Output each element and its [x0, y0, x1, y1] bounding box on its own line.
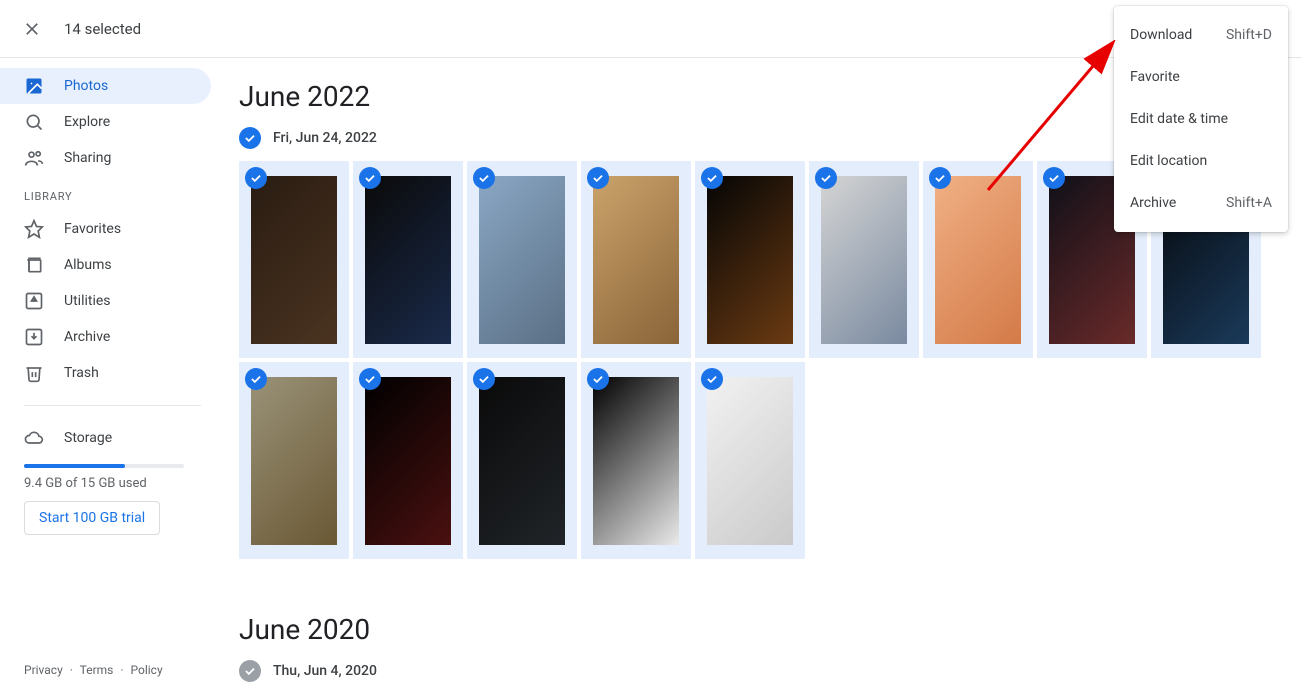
photo-image [707, 176, 793, 344]
selection-check-icon[interactable] [701, 368, 723, 390]
sidebar-item-trash[interactable]: Trash [0, 355, 211, 391]
date-select-toggle[interactable] [239, 127, 261, 149]
privacy-link[interactable]: Privacy [24, 663, 63, 677]
sidebar-item-favorites[interactable]: Favorites [0, 211, 211, 247]
date-label: Thu, Jun 4, 2020 [273, 663, 377, 679]
selection-check-icon[interactable] [929, 167, 951, 189]
menu-item-archive[interactable]: Archive Shift+A [1114, 182, 1288, 224]
storage-bar-fill [24, 464, 125, 468]
sidebar: Photos Explore Sharing LIBRARY Favorites Al… [0, 58, 225, 689]
selection-check-icon[interactable] [701, 167, 723, 189]
menu-item-label: Download [1130, 27, 1192, 43]
selection-check-icon[interactable] [815, 167, 837, 189]
photo-thumbnail[interactable] [467, 161, 577, 358]
storage-usage-text: 9.4 GB of 15 GB used [0, 476, 225, 501]
star-icon [24, 219, 44, 239]
policy-link[interactable]: Policy [130, 663, 162, 677]
menu-item-edit-date-time[interactable]: Edit date & time [1114, 98, 1288, 140]
photo-image [935, 176, 1021, 344]
date-label: Fri, Jun 24, 2022 [273, 130, 377, 146]
library-header: LIBRARY [0, 176, 225, 211]
terms-link[interactable]: Terms [80, 663, 114, 677]
archive-icon [24, 327, 44, 347]
photo-thumbnail[interactable] [467, 362, 577, 559]
menu-item-label: Favorite [1130, 69, 1180, 85]
selection-check-icon[interactable] [473, 368, 495, 390]
menu-item-label: Edit date & time [1130, 111, 1228, 127]
divider [24, 405, 201, 406]
sidebar-item-photos[interactable]: Photos [0, 68, 211, 104]
photo-image [593, 377, 679, 545]
footer-links: Privacy · Terms · Policy [24, 663, 163, 677]
selection-check-icon[interactable] [359, 368, 381, 390]
selection-check-icon[interactable] [587, 368, 609, 390]
selection-count: 14 selected [64, 20, 141, 38]
photo-thumbnail[interactable] [695, 161, 805, 358]
trash-icon [24, 363, 44, 383]
photo-thumbnail[interactable] [581, 161, 691, 358]
menu-item-download[interactable]: Download Shift+D [1114, 14, 1288, 56]
date-select-toggle[interactable] [239, 660, 261, 682]
search-icon [24, 112, 44, 132]
menu-item-edit-location[interactable]: Edit location [1114, 140, 1288, 182]
sidebar-item-archive[interactable]: Archive [0, 319, 211, 355]
photo-thumbnail[interactable] [695, 362, 805, 559]
photo-thumbnail[interactable] [581, 362, 691, 559]
selection-check-icon[interactable] [245, 368, 267, 390]
selection-check-icon[interactable] [1043, 167, 1065, 189]
storage-bar [24, 464, 184, 468]
photo-image [821, 176, 907, 344]
sidebar-item-albums[interactable]: Albums [0, 247, 211, 283]
image-icon [24, 76, 44, 96]
photo-thumbnail[interactable] [239, 161, 349, 358]
photo-image [479, 377, 565, 545]
menu-item-shortcut: Shift+A [1226, 195, 1272, 211]
sidebar-item-label: Photos [64, 78, 108, 94]
close-icon[interactable] [20, 17, 44, 41]
photo-image [365, 176, 451, 344]
photo-image [365, 377, 451, 545]
sidebar-item-sharing[interactable]: Sharing [0, 140, 211, 176]
menu-item-label: Archive [1130, 195, 1176, 211]
sidebar-item-storage[interactable]: Storage [0, 420, 211, 456]
photo-image [251, 176, 337, 344]
section-title: June 2020 [239, 613, 1302, 646]
sidebar-item-label: Explore [64, 114, 110, 130]
people-icon [24, 148, 44, 168]
menu-item-shortcut: Shift+D [1226, 27, 1272, 43]
menu-item-label: Edit location [1130, 153, 1207, 169]
selection-header: 14 selected [0, 0, 1302, 58]
utilities-icon [24, 291, 44, 311]
date-row: Thu, Jun 4, 2020 [239, 660, 1302, 682]
sidebar-item-label: Archive [64, 329, 110, 345]
photo-thumbnail[interactable] [923, 161, 1033, 358]
album-icon [24, 255, 44, 275]
sidebar-item-label: Favorites [64, 221, 121, 237]
photo-thumbnail[interactable] [353, 161, 463, 358]
photo-image [593, 176, 679, 344]
start-trial-button[interactable]: Start 100 GB trial [24, 501, 160, 535]
sidebar-item-utilities[interactable]: Utilities [0, 283, 211, 319]
photo-thumbnail[interactable] [809, 161, 919, 358]
photo-thumbnail[interactable] [353, 362, 463, 559]
sidebar-item-label: Trash [64, 365, 99, 381]
sidebar-item-label: Utilities [64, 293, 111, 309]
photo-image [479, 176, 565, 344]
sidebar-item-label: Albums [64, 257, 112, 273]
photo-image [251, 377, 337, 545]
photo-image [707, 377, 793, 545]
menu-item-favorite[interactable]: Favorite [1114, 56, 1288, 98]
photo-thumbnail[interactable] [239, 362, 349, 559]
sidebar-item-label: Storage [64, 430, 112, 446]
sidebar-item-label: Sharing [64, 150, 111, 166]
selection-check-icon[interactable] [359, 167, 381, 189]
cloud-icon [24, 428, 44, 448]
selection-check-icon[interactable] [473, 167, 495, 189]
selection-check-icon[interactable] [587, 167, 609, 189]
selection-check-icon[interactable] [245, 167, 267, 189]
context-menu: Download Shift+D Favorite Edit date & time E… [1114, 6, 1288, 232]
sidebar-item-explore[interactable]: Explore [0, 104, 211, 140]
